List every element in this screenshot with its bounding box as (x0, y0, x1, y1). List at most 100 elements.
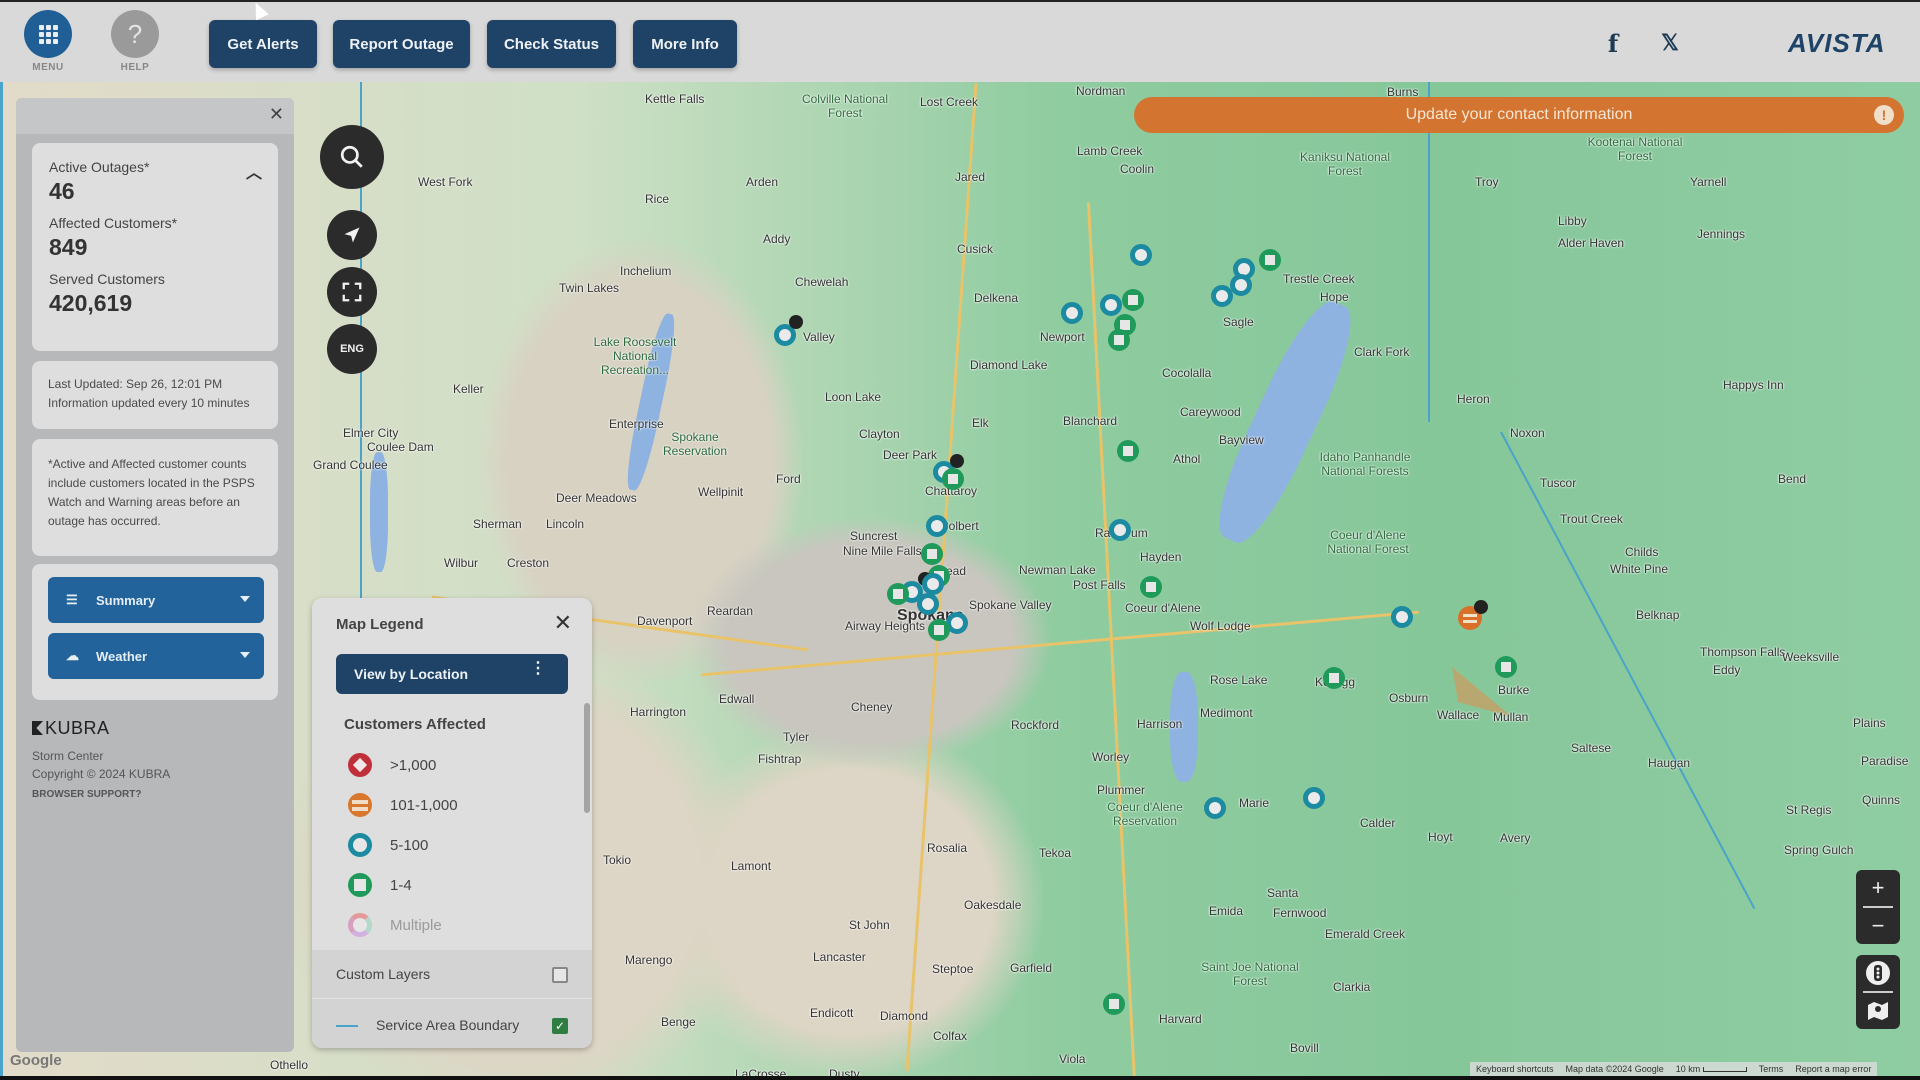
map-place-label: Troy (1475, 175, 1499, 189)
outage-marker-1-4[interactable] (928, 619, 950, 641)
outage-marker-1-4[interactable] (921, 543, 943, 565)
outage-marker-1-4[interactable] (1108, 329, 1130, 351)
map-place-label: Heron (1457, 392, 1490, 406)
legend-scrollbar[interactable] (584, 703, 590, 813)
report-map-error-link[interactable]: Report a map error (1795, 1064, 1871, 1074)
service-area-boundary-checkbox[interactable]: ✓ (552, 1018, 568, 1034)
weather-icon: ☁ (66, 648, 79, 663)
map-place-label: Coolin (1120, 162, 1155, 176)
crew-on-site-icon[interactable] (1474, 600, 1488, 614)
menu-button[interactable]: MENU (18, 10, 78, 73)
outage-marker-5-100[interactable] (926, 515, 948, 537)
language-button[interactable]: ENG (327, 324, 377, 374)
update-contact-banner[interactable]: Update your contact information ! (1134, 97, 1904, 133)
browser-support-link[interactable]: BROWSER SUPPORT? (32, 789, 170, 800)
outage-marker-5-100[interactable] (1303, 787, 1325, 809)
layers-section: Custom Layers Service Area Boundary ✓ (312, 950, 592, 1048)
outage-marker-5-100[interactable] (1204, 797, 1226, 819)
map-legend: Map Legend ✕ View by Location ⋮ Customer… (312, 598, 592, 1048)
collapse-chevron-up-icon[interactable]: ︿ (246, 159, 262, 183)
storm-center-app: MENU ? HELP Get Alerts Report Outage Che… (0, 0, 1920, 1080)
get-alerts-button[interactable]: Get Alerts (209, 20, 317, 68)
zoom-out-button[interactable]: − (1856, 908, 1900, 944)
map-place-label: Spokane Reservation (662, 430, 728, 458)
report-outage-button[interactable]: Report Outage (333, 20, 470, 68)
map-place-label: Inchelium (620, 264, 672, 278)
weather-accordion-button[interactable]: ☁ Weather (48, 633, 264, 679)
map-place-label: Oakesdale (964, 898, 1022, 912)
map-place-label: Keller (453, 382, 484, 396)
scale-bar[interactable]: 10 km (1676, 1064, 1747, 1074)
check-status-button[interactable]: Check Status (487, 20, 616, 68)
outage-marker-5-100[interactable] (1100, 294, 1122, 316)
help-button[interactable]: ? HELP (105, 10, 165, 73)
caret-down-icon (240, 652, 250, 658)
traffic-layer-button[interactable] (1856, 955, 1900, 991)
map-place-label: Diamond (880, 1009, 929, 1023)
more-info-button[interactable]: More Info (633, 20, 737, 68)
avista-logo[interactable]: AVISTA (1788, 28, 1885, 59)
panel-header: ✕ (16, 98, 294, 134)
outage-marker-1-4[interactable] (1495, 656, 1517, 678)
kubra-mark-icon (32, 721, 43, 735)
outage-marker-1-4[interactable] (1259, 249, 1281, 271)
crew-on-site-icon[interactable] (950, 454, 964, 468)
outage-marker-1-4[interactable] (1122, 289, 1144, 311)
view-by-location-button[interactable]: View by Location ⋮ (336, 654, 568, 694)
locate-me-button[interactable] (327, 210, 377, 260)
search-icon (340, 145, 363, 168)
map-place-label: Steptoe (932, 962, 974, 976)
outage-marker-1-4[interactable] (1140, 576, 1162, 598)
map-place-label: Fishtrap (758, 752, 802, 766)
search-button[interactable] (320, 125, 384, 189)
keyboard-shortcuts-link[interactable]: Keyboard shortcuts (1476, 1064, 1554, 1074)
outage-marker-5-100[interactable] (1391, 606, 1413, 628)
x-twitter-icon[interactable]: 𝕏 (1655, 28, 1685, 58)
outage-marker-5-100[interactable] (1109, 519, 1131, 541)
active-outages-label: Active Outages* (49, 159, 150, 175)
outage-marker-5-100[interactable] (922, 573, 944, 595)
close-legend-icon[interactable]: ✕ (554, 610, 572, 636)
map-place-label: West Fork (418, 175, 473, 189)
outage-marker-1-4[interactable] (1323, 667, 1345, 689)
legend-item-over-1000: >1,000 (348, 753, 436, 777)
map-place-label: Childs (1625, 545, 1659, 559)
outage-marker-5-100[interactable] (1130, 244, 1152, 266)
map-place-label: Nine Mile Falls (843, 544, 922, 558)
outage-marker-1-4[interactable] (887, 583, 909, 605)
fullscreen-button[interactable] (327, 267, 377, 317)
map-place-label: Hayden (1140, 550, 1182, 564)
service-area-boundary-label: Service Area Boundary (376, 1017, 520, 1033)
last-updated-text: Last Updated: Sep 26, 12:01 PM (48, 377, 223, 391)
map-data-text: Map data ©2024 Google (1565, 1064, 1664, 1074)
outage-marker-1-4[interactable] (942, 468, 964, 490)
close-panel-icon[interactable]: ✕ (269, 104, 284, 125)
more-options-icon[interactable]: ⋮ (530, 661, 546, 677)
outage-marker-5-100[interactable] (1230, 274, 1252, 296)
summary-accordion-button[interactable]: ☰ Summary (48, 577, 264, 623)
custom-layers-checkbox[interactable] (552, 967, 568, 983)
crew-on-site-icon[interactable] (789, 315, 803, 329)
teal-ring-marker-icon (348, 833, 372, 857)
map-place-label: Marie (1239, 796, 1270, 810)
alert-exclamation-icon[interactable]: ! (1874, 105, 1894, 125)
map-place-label: Creston (507, 556, 550, 570)
view-by-location-label: View by Location (354, 666, 469, 682)
outage-marker-1-4[interactable] (1117, 440, 1139, 462)
outage-marker-5-100[interactable] (1061, 302, 1083, 324)
facebook-icon[interactable]: f (1598, 28, 1628, 58)
accordion-card: ☰ Summary ☁ Weather (32, 564, 278, 700)
map-place-label: Harvard (1159, 1012, 1202, 1026)
zoom-in-button[interactable]: + (1856, 870, 1900, 906)
outage-marker-5-100[interactable] (917, 593, 939, 615)
map-place-label: Dusty (829, 1067, 860, 1076)
terms-link[interactable]: Terms (1759, 1064, 1784, 1074)
map-place-label: Emerald Creek (1325, 927, 1406, 941)
map-place-label: Sherman (473, 517, 522, 531)
outage-marker-1-4[interactable] (1103, 993, 1125, 1015)
map-place-label: Lamont (731, 859, 772, 873)
map-place-label: Bend (1778, 472, 1807, 486)
map-place-label: White Pine (1610, 562, 1669, 576)
google-logo[interactable]: Google (10, 1052, 62, 1069)
map-type-button[interactable] (1856, 993, 1900, 1029)
